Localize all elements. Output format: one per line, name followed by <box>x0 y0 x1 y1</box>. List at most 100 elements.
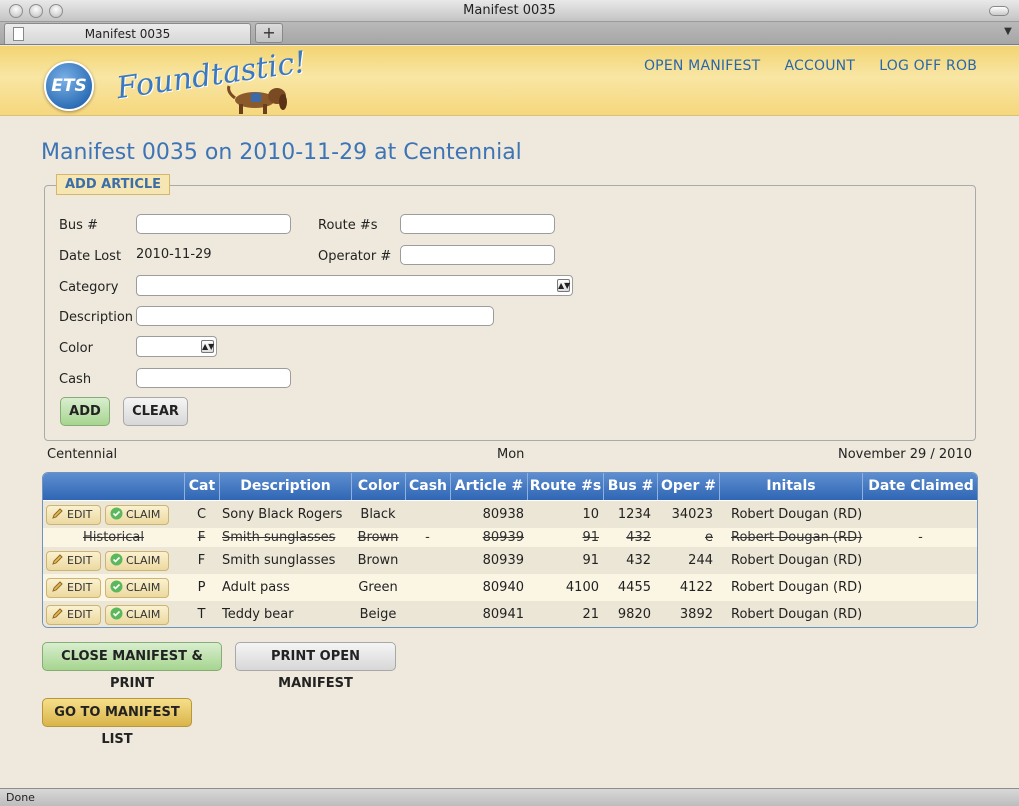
cell-date-claimed: - <box>918 530 923 545</box>
claim-button[interactable]: CLAIM <box>105 578 169 598</box>
new-tab-button[interactable]: + <box>255 23 283 43</box>
cell-color: Black <box>360 507 396 522</box>
col-initials[interactable]: Initals <box>719 473 862 500</box>
edit-button[interactable]: EDIT <box>46 605 101 625</box>
articles-table: Cat Description Color Cash Article # Rou… <box>42 472 978 628</box>
tab-bar: Manifest 0035 + ▼ <box>0 22 1019 45</box>
cell-bus: 4455 <box>617 580 651 595</box>
edit-label: EDIT <box>67 608 93 621</box>
nav-account[interactable]: ACCOUNT <box>785 58 856 74</box>
operator-input[interactable] <box>400 245 555 265</box>
cash-input[interactable] <box>136 368 291 388</box>
col-article[interactable]: Article # <box>450 473 527 500</box>
edit-button[interactable]: EDIT <box>46 578 101 598</box>
toolbar-toggle-button[interactable] <box>989 6 1009 16</box>
operator-label: Operator # <box>318 249 392 264</box>
nav-open-manifest[interactable]: OPEN MANIFEST <box>644 58 760 74</box>
claim-button[interactable]: CLAIM <box>105 605 169 625</box>
pencil-icon <box>51 580 64 593</box>
table-row: EDIT CLAIM F Smith sunglasses Brown 8093… <box>43 547 977 574</box>
cell-route: 91 <box>582 553 599 568</box>
print-open-manifest-button[interactable]: PRINT OPEN MANIFEST <box>235 642 396 691</box>
date-lost-value: 2010-11-29 <box>136 247 212 262</box>
go-to-manifest-list-button[interactable]: GO TO MANIFEST LIST <box>42 698 192 747</box>
cell-date-claimed <box>862 547 977 574</box>
cell-cat: C <box>196 507 207 522</box>
cell-description: Sony Black Rogers <box>222 507 343 522</box>
cell-oper: 3892 <box>679 607 713 622</box>
cell-cat: F <box>197 530 206 545</box>
browser-tab[interactable]: Manifest 0035 <box>4 23 251 44</box>
cell-route: 4100 <box>565 580 599 595</box>
bus-input[interactable] <box>136 214 291 234</box>
cell-initials: Robert Dougan (RD) <box>731 530 863 545</box>
cell-cash <box>405 501 450 528</box>
chevron-down-icon: ▲▼ <box>201 340 215 353</box>
cell-initials: Robert Dougan (RD) <box>731 607 863 622</box>
cell-color: Brown <box>357 553 399 568</box>
cell-article: 80939 <box>482 530 524 545</box>
col-oper[interactable]: Oper # <box>657 473 719 500</box>
category-select[interactable]: ▲▼ <box>136 275 573 296</box>
cell-date-claimed <box>862 574 977 601</box>
cell-article: 80939 <box>482 553 524 568</box>
check-icon <box>110 580 123 593</box>
cell-date-claimed <box>862 501 977 528</box>
cell-description: Adult pass <box>222 580 290 595</box>
edit-label: EDIT <box>67 508 93 521</box>
ets-logo[interactable]: ETS <box>44 61 94 111</box>
col-bus[interactable]: Bus # <box>603 473 657 500</box>
description-input[interactable] <box>136 306 494 326</box>
check-icon <box>110 553 123 566</box>
col-cash[interactable]: Cash <box>405 473 450 500</box>
cell-route: 91 <box>582 530 599 545</box>
table-row: EDIT CLAIM P Adult pass Green 80940 4100… <box>43 574 977 601</box>
clear-button[interactable]: CLEAR <box>123 397 188 426</box>
table-row: EDIT CLAIM T Teddy bear Beige 80941 21 9… <box>43 601 977 627</box>
cell-initials: Robert Dougan (RD) <box>731 580 863 595</box>
tab-menu-icon[interactable]: ▼ <box>1001 26 1015 40</box>
route-input[interactable] <box>400 214 555 234</box>
cell-color: Green <box>358 580 398 595</box>
cell-cat: T <box>197 607 206 622</box>
cell-article: 80938 <box>482 507 524 522</box>
browser-tab-label: Manifest 0035 <box>84 27 171 41</box>
color-select[interactable]: ▲▼ <box>136 336 217 357</box>
cell-article: 80941 <box>482 607 524 622</box>
window-titlebar: Manifest 0035 <box>0 0 1019 22</box>
cash-label: Cash <box>59 372 92 387</box>
cell-bus: 1234 <box>617 507 651 522</box>
edit-button[interactable]: EDIT <box>46 505 101 525</box>
col-color[interactable]: Color <box>351 473 405 500</box>
table-header: Cat Description Color Cash Article # Rou… <box>43 473 977 500</box>
claim-button[interactable]: CLAIM <box>105 551 169 571</box>
col-route[interactable]: Route #s <box>527 473 603 500</box>
manifest-location: Centennial <box>47 447 118 462</box>
edit-label: EDIT <box>67 581 93 594</box>
close-manifest-print-button[interactable]: CLOSE MANIFEST & PRINT <box>42 642 222 691</box>
col-cat[interactable]: Cat <box>184 473 219 500</box>
claim-button[interactable]: CLAIM <box>105 505 169 525</box>
claim-label: CLAIM <box>126 508 161 521</box>
edit-button[interactable]: EDIT <box>46 551 101 571</box>
bus-label: Bus # <box>59 218 98 233</box>
claim-label: CLAIM <box>126 581 161 594</box>
col-description[interactable]: Description <box>219 473 351 500</box>
nav-log-off[interactable]: LOG OFF ROB <box>879 58 977 74</box>
cell-oper: 34023 <box>671 507 713 522</box>
cell-date-claimed <box>862 601 977 627</box>
edit-label: EDIT <box>67 554 93 567</box>
window-title: Manifest 0035 <box>463 3 556 18</box>
date-lost-label: Date Lost <box>59 249 122 264</box>
cell-route: 21 <box>582 607 599 622</box>
col-date-claimed[interactable]: Date Claimed <box>862 473 977 500</box>
add-button[interactable]: ADD <box>60 397 110 426</box>
pencil-icon <box>51 507 64 520</box>
category-label: Category <box>59 280 119 295</box>
manifest-weekday: Mon <box>497 447 525 462</box>
cell-color: Brown <box>357 530 399 545</box>
description-label: Description <box>59 310 134 325</box>
cell-route: 10 <box>582 507 599 522</box>
pencil-icon <box>51 607 64 620</box>
add-article-legend: ADD ARTICLE <box>56 174 171 195</box>
